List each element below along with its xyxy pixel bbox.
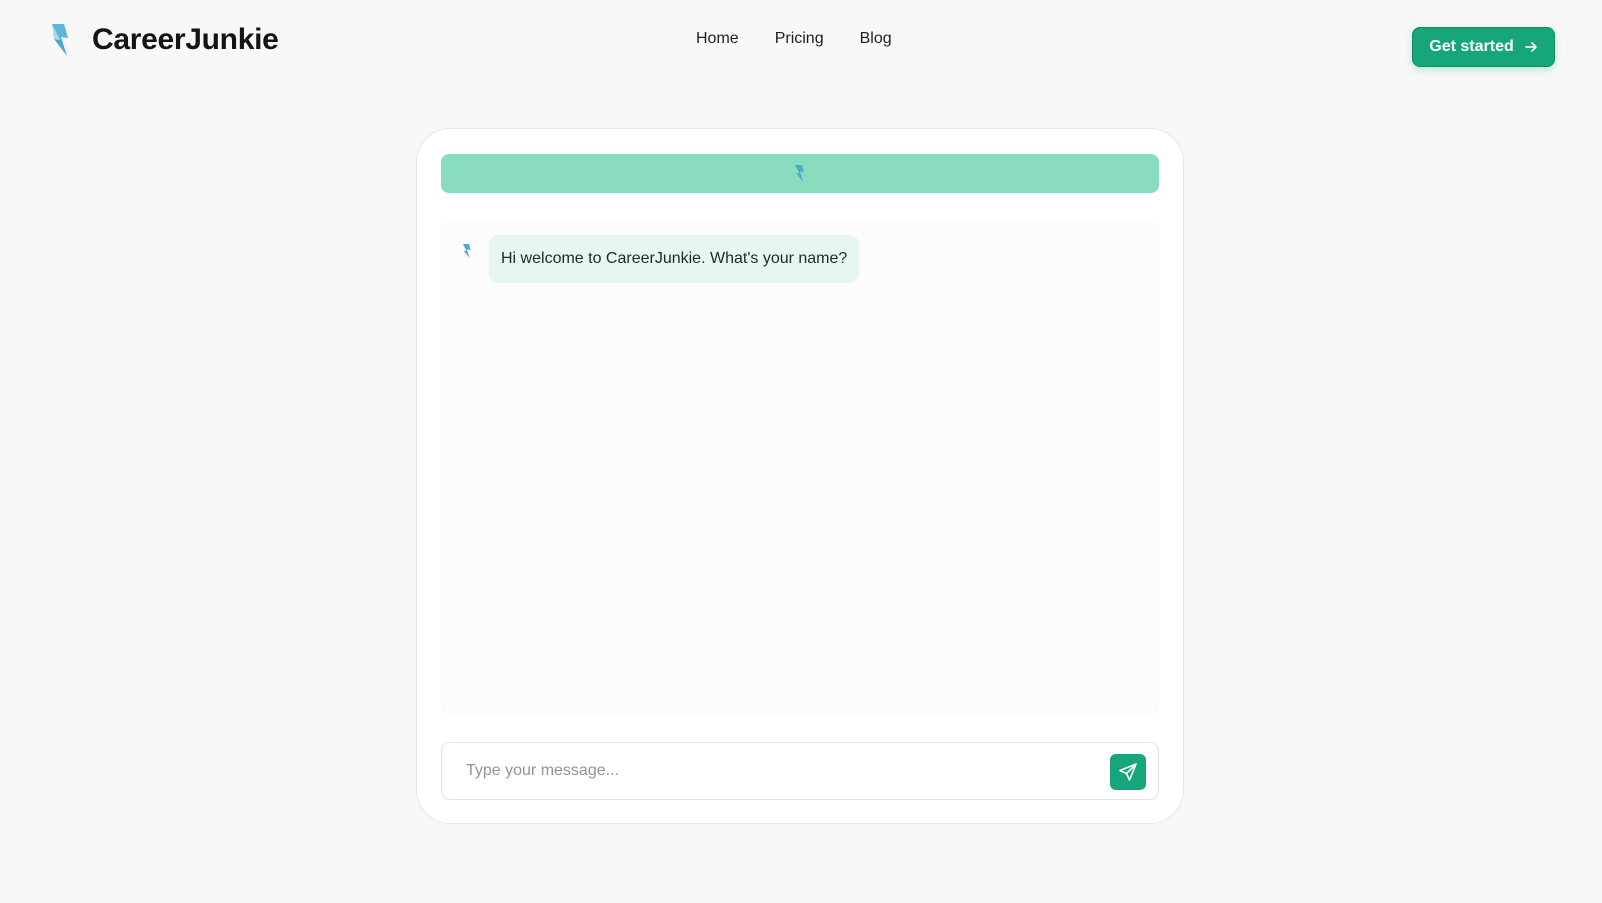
chat-header bbox=[441, 154, 1159, 193]
nav-link-pricing[interactable]: Pricing bbox=[775, 29, 824, 49]
chat-window: Hi welcome to CareerJunkie. What's your … bbox=[416, 128, 1184, 824]
bot-message-bubble: Hi welcome to CareerJunkie. What's your … bbox=[489, 235, 860, 283]
lightning-bolt-icon bbox=[795, 165, 804, 182]
main-nav: Home Pricing Blog bbox=[696, 29, 892, 49]
send-icon bbox=[1119, 763, 1137, 781]
nav-link-blog[interactable]: Blog bbox=[860, 29, 892, 49]
brand-link[interactable]: CareerJunkie bbox=[48, 22, 279, 58]
message-input[interactable] bbox=[454, 751, 1094, 791]
message-row-bot: Hi welcome to CareerJunkie. What's your … bbox=[461, 235, 860, 283]
get-started-label: Get started bbox=[1429, 38, 1514, 55]
lightning-bolt-icon bbox=[463, 244, 471, 258]
brand-name: CareerJunkie bbox=[92, 23, 279, 56]
lightning-bolt-icon bbox=[52, 24, 68, 56]
get-started-button[interactable]: Get started bbox=[1412, 27, 1555, 67]
page: CareerJunkie Home Pricing Blog Get start… bbox=[0, 0, 1602, 903]
send-button[interactable] bbox=[1110, 754, 1146, 790]
message-composer bbox=[441, 742, 1159, 800]
chat-messages: Hi welcome to CareerJunkie. What's your … bbox=[441, 219, 1159, 716]
nav-link-home[interactable]: Home bbox=[696, 29, 739, 49]
arrow-right-icon bbox=[1524, 42, 1537, 52]
